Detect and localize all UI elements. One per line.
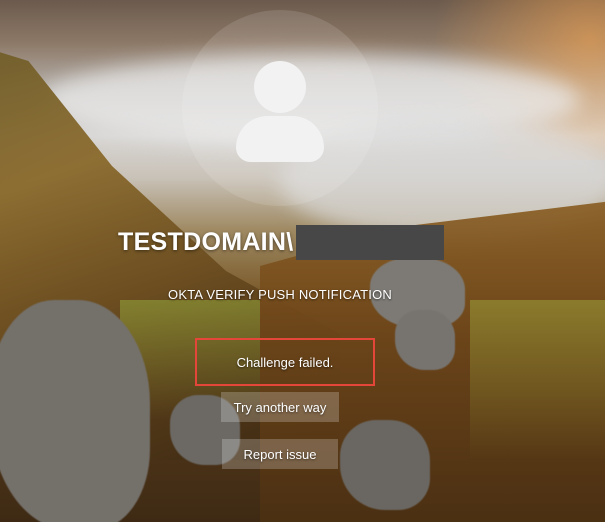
- auth-provider-label: OKTA VERIFY PUSH NOTIFICATION: [168, 287, 392, 302]
- report-issue-label: Report issue: [243, 446, 317, 462]
- rock: [395, 310, 455, 370]
- avatar-head: [254, 61, 306, 113]
- rock: [0, 300, 150, 522]
- username-row: TESTDOMAIN\: [118, 224, 444, 260]
- username-domain: TESTDOMAIN\: [118, 227, 294, 256]
- try-another-way-button[interactable]: Try another way: [221, 392, 339, 422]
- status-text: Challenge failed.: [236, 354, 334, 370]
- avatar-body: [236, 116, 324, 162]
- user-silhouette-icon: [232, 56, 328, 166]
- username-redaction: [295, 224, 444, 260]
- rock: [340, 420, 430, 510]
- try-another-way-label: Try another way: [233, 399, 327, 415]
- status-message: Challenge failed.: [195, 338, 375, 386]
- grass-tuft: [470, 300, 605, 460]
- report-issue-button[interactable]: Report issue: [222, 439, 338, 469]
